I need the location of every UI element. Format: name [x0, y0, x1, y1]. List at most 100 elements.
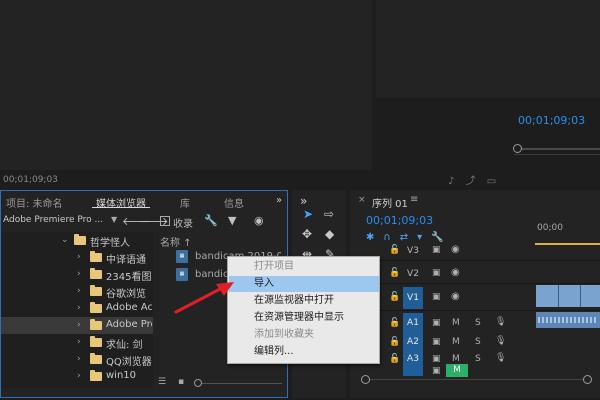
eye-icon[interactable]: ◉ [254, 214, 264, 227]
zoom-slider-track[interactable] [202, 383, 282, 384]
mute-button[interactable]: M [452, 354, 460, 364]
tree-item-selected[interactable]: › Adobe Pre [1, 317, 153, 334]
tree-item[interactable]: › 谷歌浏览 [1, 283, 153, 300]
track-target-a2[interactable]: A2 [403, 333, 423, 351]
track-target-a3[interactable]: A3 [403, 351, 423, 367]
audio-clip[interactable] [536, 312, 600, 328]
sync-lock-icon[interactable]: ▣ [432, 366, 441, 376]
tree-item[interactable]: › 求仙: 剑 [1, 334, 153, 351]
program-monitor-viewer[interactable] [376, 0, 600, 98]
expand-arrow-icon[interactable]: › [77, 371, 81, 381]
active-tab-indicator [92, 207, 150, 208]
file-item-label[interactable]: bandicam [195, 269, 227, 280]
source-controls-icons[interactable]: ♪ ⤴ ▭ [448, 172, 500, 187]
camera-icon[interactable]: ▣ [432, 245, 441, 255]
menu-item-edit-columns[interactable]: 编辑列... [229, 344, 379, 360]
wrench-icon[interactable]: 🔧 [204, 214, 218, 227]
mic-icon[interactable]: 🎙 [495, 353, 506, 363]
column-header-name[interactable]: 名称 ↑ [160, 234, 192, 249]
sync-lock-icon[interactable]: ▣ [432, 337, 441, 347]
eye-icon[interactable]: ◉ [451, 267, 460, 278]
lock-icon[interactable]: 🔓 [389, 318, 400, 328]
location-dropdown[interactable]: Adobe Premiere Pro ... [3, 215, 111, 229]
chevron-down-icon[interactable]: ▼ [111, 215, 117, 224]
tab-project[interactable]: 项目: 未命名 [6, 195, 63, 210]
lock-icon[interactable]: 🔓 [389, 245, 400, 255]
expand-arrow-icon[interactable]: › [77, 354, 81, 364]
source-monitor-viewer[interactable] [0, 0, 372, 170]
timeline-scroll-left-handle[interactable] [361, 375, 370, 384]
program-scrub-bar[interactable] [514, 148, 600, 150]
track-select-icon[interactable]: ⇨ [324, 207, 334, 221]
mic-icon[interactable]: 🎙 [495, 336, 506, 346]
sync-lock-icon[interactable]: ▣ [432, 318, 441, 328]
source-timecode[interactable]: 00;01;09;03 [3, 175, 58, 185]
mute-button[interactable]: M [452, 337, 460, 347]
track-target-v1[interactable]: V1 [403, 287, 423, 309]
eye-icon[interactable]: ◉ [451, 291, 460, 302]
timeline-options-icons[interactable]: ✱∩⇄▾🔧 [366, 232, 453, 243]
sync-lock-icon[interactable]: ▣ [432, 354, 441, 364]
expand-arrow-icon[interactable]: › [77, 252, 81, 262]
expand-arrow-icon[interactable]: › [77, 286, 81, 296]
sequence-timecode[interactable]: 00;01;09;03 [366, 214, 433, 227]
ripple-edit-icon[interactable]: ✥ [302, 227, 312, 241]
solo-button[interactable]: S [475, 318, 481, 328]
menu-icon[interactable]: ≡ [410, 194, 418, 205]
camera-icon[interactable]: ▣ [432, 268, 441, 278]
tree-item[interactable]: › 中译语通 [1, 249, 153, 266]
tree-item[interactable]: › 2345看图 [1, 266, 153, 283]
expand-arrow-icon[interactable]: ⌄ [61, 235, 69, 245]
lock-icon[interactable]: 🔓 [389, 337, 400, 347]
camera-icon[interactable]: ▣ [432, 292, 441, 302]
timeline-scrollbar[interactable] [370, 379, 583, 380]
program-timecode[interactable]: 00;01;09;03 [518, 114, 585, 127]
tree-item[interactable]: › win10 [1, 368, 153, 385]
menu-item-open-project[interactable]: 打开项目 [229, 259, 379, 275]
favorites-checkbox[interactable] [160, 216, 170, 226]
tree-item[interactable]: › QQ浏览器 [1, 351, 153, 368]
track-target-v3[interactable]: V3 [403, 243, 423, 259]
zoom-slider-knob[interactable] [194, 379, 202, 387]
mute-button[interactable]: M [452, 318, 460, 328]
lock-icon[interactable]: 🔓 [389, 292, 400, 302]
work-area-bar[interactable] [535, 243, 600, 245]
menu-item-reveal-in-explorer[interactable]: 在资源管理器中显示 [229, 310, 379, 326]
timeline-scroll-right-handle[interactable] [583, 375, 592, 384]
eye-icon[interactable]: ◉ [451, 244, 460, 255]
menu-item-import[interactable]: 导入 [229, 276, 379, 292]
solo-button[interactable]: S [475, 337, 481, 347]
folder-tree[interactable]: ⌄ 哲学怪人 › 中译语通 › 2345看图 › 谷歌浏览 › Adobe Ac… [1, 232, 153, 388]
program-playhead-knob[interactable] [513, 144, 522, 153]
list-view-icon[interactable]: ☰ [158, 377, 166, 387]
menu-item-add-to-favorites[interactable]: 添加到收藏夹 [229, 327, 379, 343]
selection-tool-icon[interactable]: ➤ [303, 207, 313, 221]
lock-icon[interactable]: 🔓 [389, 354, 400, 364]
tree-item-label: Adobe Pre [106, 319, 152, 330]
solo-button[interactable]: S [475, 354, 481, 364]
icon-view-icon[interactable]: ▪ [178, 377, 184, 387]
razor-icon[interactable]: ◆ [325, 227, 334, 241]
expand-arrow-icon[interactable]: › [77, 320, 81, 330]
mic-icon[interactable]: 🎙 [495, 317, 506, 327]
lock-icon[interactable]: 🔓 [389, 268, 400, 278]
mute-button-active[interactable]: M [446, 364, 468, 377]
track-target-master[interactable] [403, 367, 423, 376]
tree-item[interactable]: ⌄ 哲学怪人 [1, 232, 153, 249]
tab-sequence[interactable]: 序列 01 [372, 195, 408, 210]
close-icon[interactable]: × [358, 195, 366, 205]
tools-more-chevron-icon[interactable]: » [300, 194, 307, 208]
tab-info[interactable]: 信息 [224, 195, 244, 210]
expand-arrow-icon[interactable]: › [77, 269, 81, 279]
menu-item-open-in-source-monitor[interactable]: 在源监视器中打开 [229, 293, 379, 309]
tab-libraries[interactable]: 库 [180, 195, 190, 210]
tree-item[interactable]: › Adobe Ac [1, 300, 153, 317]
wrench-icon[interactable]: 🔧 [431, 232, 452, 243]
track-target-a1[interactable]: A1 [403, 313, 423, 333]
more-tabs-chevron-icon[interactable]: » [276, 195, 282, 206]
expand-arrow-icon[interactable]: › [77, 303, 81, 313]
expand-arrow-icon[interactable]: › [77, 337, 81, 347]
video-clip[interactable] [536, 285, 600, 307]
track-target-v2[interactable]: V2 [403, 266, 423, 282]
filter-icon[interactable]: ▼ [228, 214, 236, 227]
